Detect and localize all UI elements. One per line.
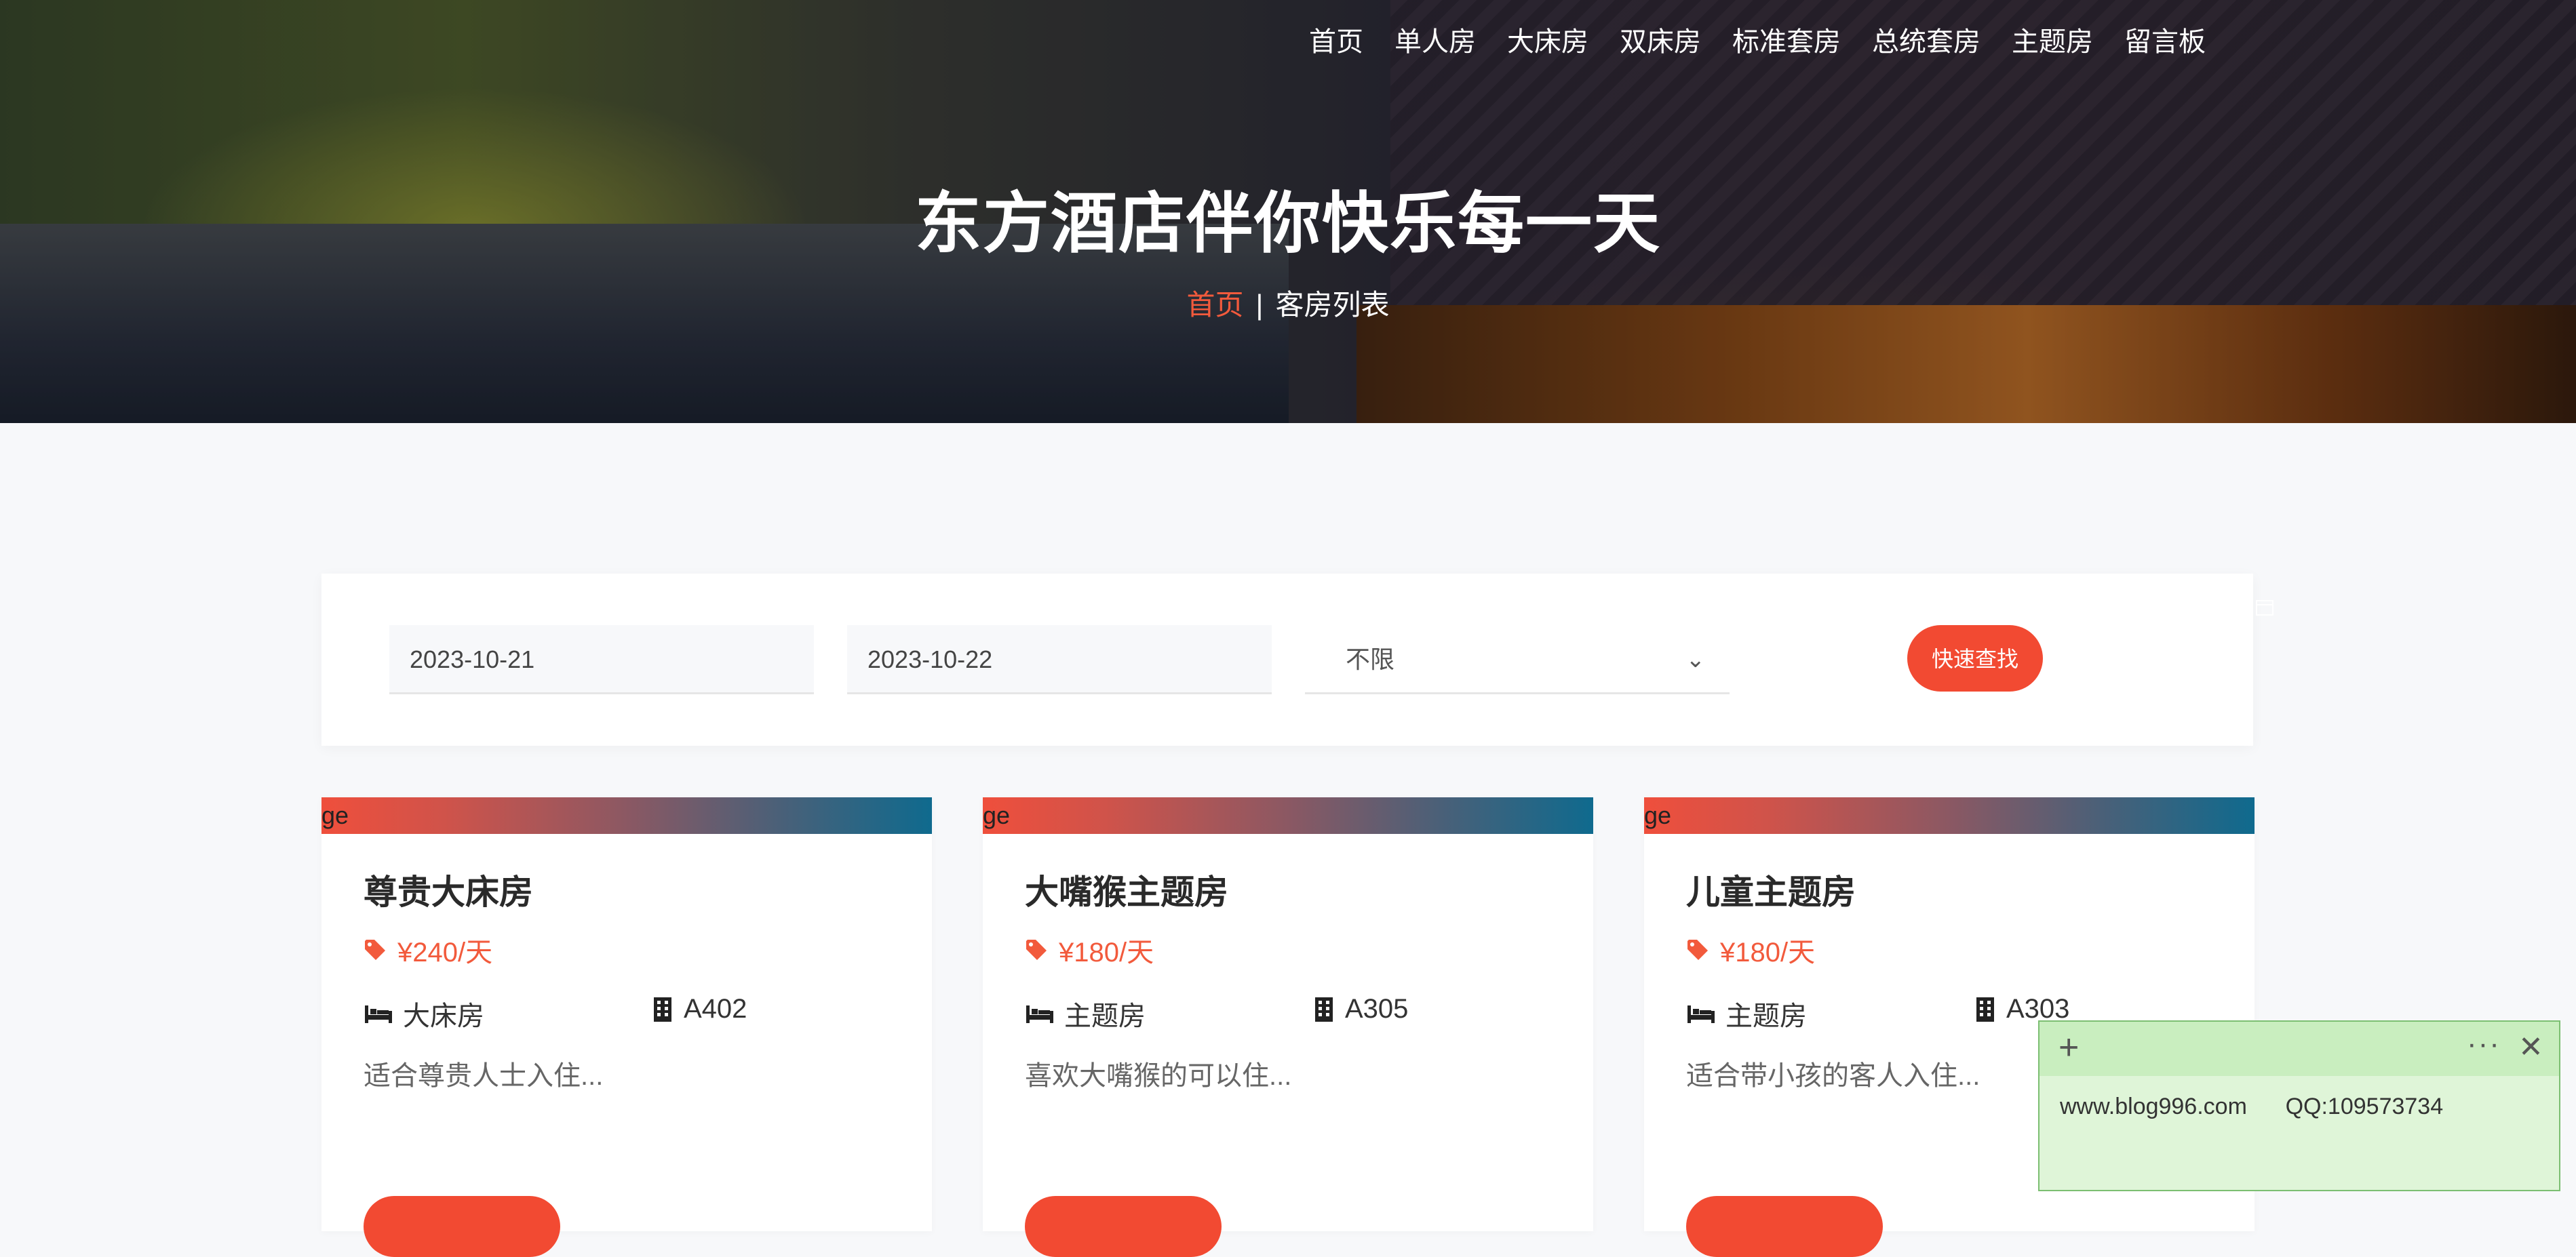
room-description: 适合尊贵人士入住... bbox=[364, 1061, 604, 1091]
sticky-note-titlebar[interactable]: + ··· ✕ bbox=[2040, 1022, 2559, 1076]
price-tag-icon bbox=[1687, 940, 1708, 960]
room-detail-button[interactable] bbox=[1686, 1196, 1883, 1257]
calendar-icon bbox=[2255, 597, 2278, 620]
sticky-note-window[interactable]: + ··· ✕ www.blog996.com QQ:109573734 bbox=[2038, 1020, 2560, 1191]
nav-item-twin[interactable]: 双床房 bbox=[1620, 23, 1701, 61]
main-nav: 首页 单人房 大床房 双床房 标准套房 总统套房 主题房 留言板 bbox=[1309, 23, 2237, 61]
building-icon bbox=[654, 997, 671, 1022]
close-icon[interactable]: ✕ bbox=[2518, 1030, 2543, 1065]
room-number-label: A402 bbox=[684, 994, 747, 1024]
page-title: 东方酒店伴你快乐每一天 bbox=[914, 186, 1661, 260]
nav-item-presidential-suite[interactable]: 总统套房 bbox=[1872, 23, 1980, 61]
breadcrumb-separator: | bbox=[1255, 289, 1264, 321]
breadcrumb: 首页 | 客房列表 bbox=[0, 282, 2576, 323]
nav-item-home[interactable]: 首页 bbox=[1309, 23, 1363, 61]
room-type-label: 主题房 bbox=[1725, 1001, 1807, 1031]
price-tag-icon bbox=[365, 940, 385, 960]
bed-icon bbox=[1026, 1005, 1053, 1023]
room-type-select[interactable]: 不限 ⌄ bbox=[1305, 625, 1730, 694]
room-price: ¥180/天 bbox=[1025, 930, 1154, 970]
room-number-label: A305 bbox=[1345, 994, 1409, 1024]
room-type-label: 大床房 bbox=[403, 1001, 484, 1031]
room-price: ¥180/天 bbox=[1686, 930, 1815, 970]
room-type-value: 不限 bbox=[1346, 645, 1395, 673]
nav-item-king[interactable]: 大床房 bbox=[1507, 23, 1588, 61]
nav-item-single[interactable]: 单人房 bbox=[1394, 23, 1476, 61]
price-tag-icon bbox=[1026, 940, 1047, 960]
room-price: ¥240/天 bbox=[364, 930, 492, 970]
hero-banner: 首页 单人房 大床房 双床房 标准套房 总统套房 主题房 留言板 东方酒店伴你快… bbox=[0, 0, 2576, 423]
breadcrumb-current: 客房列表 bbox=[1275, 289, 1390, 321]
room-price-value: ¥180/天 bbox=[1059, 938, 1154, 967]
room-image[interactable]: ge bbox=[1644, 797, 2255, 834]
nav-item-theme[interactable]: 主题房 bbox=[2012, 23, 2093, 61]
room-card[interactable]: ge 大嘴猴主题房 ¥180/天 主题房 A305 喜欢大嘴猴的可以住... bbox=[983, 797, 1593, 1257]
quick-search-button[interactable]: 快速查找 bbox=[1907, 625, 2043, 692]
more-options-icon[interactable]: ··· bbox=[2467, 1027, 2501, 1061]
breadcrumb-home-link[interactable]: 首页 bbox=[1187, 289, 1244, 321]
building-icon bbox=[1315, 997, 1333, 1022]
room-price-value: ¥240/天 bbox=[397, 938, 493, 967]
bed-icon bbox=[1687, 1005, 1715, 1023]
room-type-label: 主题房 bbox=[1064, 1001, 1146, 1031]
room-title[interactable]: 大嘴猴主题房 bbox=[1025, 865, 1228, 914]
room-card[interactable]: ge 尊贵大床房 ¥240/天 大床房 A402 适合尊贵人士入住... bbox=[321, 797, 932, 1257]
room-type-meta: 大床房 bbox=[364, 994, 484, 1033]
search-panel: 2023-10-21 2023-10-22 不限 ⌄ 快速查找 bbox=[321, 574, 2253, 746]
chevron-down-icon: ⌄ bbox=[1685, 647, 1706, 673]
room-detail-button[interactable] bbox=[1025, 1196, 1222, 1257]
room-description: 喜欢大嘴猴的可以住... bbox=[1025, 1061, 1292, 1091]
nav-item-standard-suite[interactable]: 标准套房 bbox=[1732, 23, 1841, 61]
nav-item-guestbook[interactable]: 留言板 bbox=[2124, 23, 2206, 61]
room-type-meta: 主题房 bbox=[1025, 994, 1146, 1033]
room-image[interactable]: ge bbox=[983, 797, 1593, 834]
room-price-value: ¥180/天 bbox=[1720, 938, 1816, 967]
room-image[interactable]: ge bbox=[321, 797, 932, 834]
room-type-meta: 主题房 bbox=[1686, 994, 1807, 1033]
building-icon bbox=[1976, 997, 1994, 1022]
room-number-meta: A402 bbox=[651, 994, 747, 1024]
sticky-note-content[interactable]: www.blog996.com QQ:109573734 bbox=[2060, 1094, 2443, 1120]
room-number-meta: A305 bbox=[1312, 994, 1408, 1024]
add-note-icon[interactable]: + bbox=[2058, 1030, 2079, 1065]
room-title[interactable]: 儿童主题房 bbox=[1686, 865, 1856, 914]
checkin-date-input[interactable]: 2023-10-21 bbox=[389, 625, 814, 694]
room-description: 适合带小孩的客人入住... bbox=[1686, 1061, 1980, 1091]
checkout-date-input[interactable]: 2023-10-22 bbox=[847, 625, 1272, 694]
room-title[interactable]: 尊贵大床房 bbox=[364, 865, 533, 914]
room-detail-button[interactable] bbox=[364, 1196, 560, 1257]
bed-icon bbox=[365, 1005, 392, 1023]
